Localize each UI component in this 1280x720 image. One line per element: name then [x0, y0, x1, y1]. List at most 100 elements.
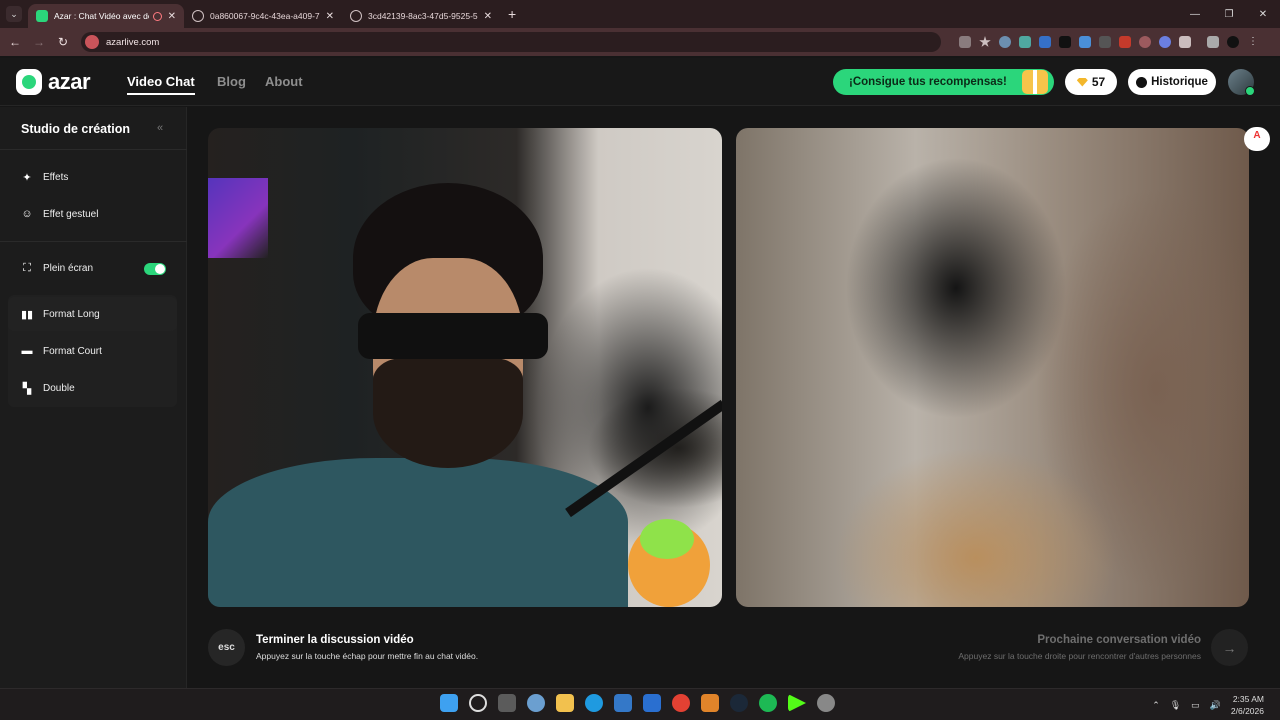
- profile-icon[interactable]: [1227, 36, 1239, 48]
- chevron-up-icon[interactable]: ⌃: [1152, 700, 1160, 711]
- background-neon-light: [208, 178, 268, 258]
- extension-icon[interactable]: [1119, 36, 1131, 48]
- recording-icon: [152, 11, 162, 21]
- kick-icon[interactable]: [788, 694, 806, 712]
- nav-video-chat[interactable]: Video Chat: [127, 74, 195, 89]
- rewards-button[interactable]: ¡Consigue tus recompensas!: [833, 69, 1054, 95]
- sidebar-item-gesture[interactable]: ☺ Effet gestuel: [8, 197, 177, 231]
- minimize-icon[interactable]: —: [1178, 0, 1212, 28]
- sidebar-item-label: Effets: [43, 171, 69, 183]
- close-tab-icon[interactable]: ✕: [484, 11, 492, 22]
- extension-icon[interactable]: [1019, 36, 1031, 48]
- history-button[interactable]: Historique: [1128, 69, 1216, 95]
- system-clock[interactable]: 2:35 AM 2/6/2026: [1231, 693, 1264, 717]
- globe-icon: [350, 10, 362, 22]
- store-icon[interactable]: [614, 694, 632, 712]
- taskbar-apps: [440, 694, 835, 712]
- gems-button[interactable]: 57: [1065, 69, 1117, 95]
- app-header: azar Video Chat Blog About ¡Consigue tus…: [0, 58, 1280, 106]
- sidebar-item-double[interactable]: ▚ Double: [8, 371, 177, 405]
- extension-icon[interactable]: [999, 36, 1011, 48]
- settings-icon[interactable]: [527, 694, 545, 712]
- close-tab-icon[interactable]: ✕: [326, 11, 334, 22]
- close-tab-icon[interactable]: ✕: [168, 11, 176, 22]
- tab-second[interactable]: 0a860067-9c4c-43ea-a409-721 ✕: [184, 4, 342, 28]
- edge-icon[interactable]: [585, 694, 603, 712]
- sidebar-item-fullscreen[interactable]: ⛶ Plein écran: [8, 251, 177, 285]
- microphone-arm: [565, 399, 722, 518]
- mascot-plush: [628, 519, 710, 607]
- user-avatar[interactable]: [1228, 69, 1255, 96]
- sidebar-item-format-long[interactable]: ▮▮ Format Long: [8, 297, 177, 331]
- nav-about[interactable]: About: [265, 74, 303, 89]
- sidebar-item-label: Format Court: [43, 345, 102, 357]
- person-jacket: [208, 458, 628, 607]
- close-window-icon[interactable]: ✕: [1246, 0, 1280, 28]
- tab-azar[interactable]: Azar : Chat Vidéo avec de n ✕: [28, 4, 184, 28]
- extension-icon[interactable]: [1099, 36, 1111, 48]
- app-icon[interactable]: [701, 694, 719, 712]
- install-app-icon[interactable]: [959, 36, 971, 48]
- end-chat-title: Terminer la discussion vidéo: [256, 634, 414, 646]
- tab-title: 0a860067-9c4c-43ea-a409-721: [210, 11, 320, 21]
- rewards-label: ¡Consigue tus recompensas!: [849, 76, 1007, 88]
- reload-icon[interactable]: ↻: [51, 35, 75, 49]
- download-icon[interactable]: [1079, 36, 1091, 48]
- forward-icon[interactable]: →: [27, 35, 51, 49]
- end-chat-button[interactable]: esc: [208, 629, 245, 666]
- peer-app-badge-icon: A: [1244, 127, 1270, 151]
- sidebar-item-label: Format Long: [43, 308, 100, 320]
- spotify-icon[interactable]: [759, 694, 777, 712]
- site-info-icon[interactable]: [85, 35, 99, 49]
- start-icon[interactable]: [440, 694, 458, 712]
- maximize-icon[interactable]: ❐: [1212, 0, 1246, 28]
- divider: [0, 149, 187, 150]
- back-icon[interactable]: ←: [3, 35, 27, 49]
- microphone-icon[interactable]: 🎙: [1170, 700, 1181, 711]
- sidebar-item-label: Plein écran: [43, 262, 94, 274]
- search-icon[interactable]: [469, 694, 487, 712]
- os-taskbar: ⌃ 🎙 ▭ 🔊 2:35 AM 2/6/2026: [0, 688, 1280, 720]
- new-tab-button[interactable]: +: [508, 6, 516, 22]
- self-video-feed: [208, 128, 722, 607]
- chrome-icon[interactable]: [672, 694, 690, 712]
- nav-blog[interactable]: Blog: [217, 74, 246, 89]
- volume-icon[interactable]: 🔊: [1210, 700, 1221, 711]
- url-field[interactable]: azarlive.com: [81, 32, 941, 52]
- task-view-icon[interactable]: [498, 694, 516, 712]
- steam-icon[interactable]: [730, 694, 748, 712]
- creation-studio-sidebar: Studio de création « ✦ Effets ☺ Effet ge…: [0, 107, 187, 688]
- sidebar-item-label: Effet gestuel: [43, 208, 99, 220]
- mail-icon[interactable]: [643, 694, 661, 712]
- tab-third[interactable]: 3cd42139-8ac3-47d5-9525-5c ✕: [342, 4, 500, 28]
- next-chat-button[interactable]: →: [1211, 629, 1248, 666]
- puzzle-icon[interactable]: [1179, 36, 1191, 48]
- format-group: ▮▮ Format Long ▬ Format Court ▚ Double: [8, 295, 177, 407]
- extension-icon[interactable]: [1039, 36, 1051, 48]
- magic-wand-icon: ✦: [22, 171, 32, 184]
- extension-icon[interactable]: [1139, 36, 1151, 48]
- fullscreen-toggle[interactable]: [144, 263, 166, 275]
- window-controls: — ❐ ✕: [1178, 0, 1280, 28]
- divider: [0, 241, 187, 242]
- logo-text: azar: [48, 69, 91, 94]
- reading-list-icon[interactable]: [1207, 36, 1219, 48]
- bookmark-star-icon[interactable]: [979, 36, 991, 47]
- obs-icon[interactable]: [817, 694, 835, 712]
- azar-logo[interactable]: azar: [16, 69, 91, 95]
- tab-title: Azar : Chat Vidéo avec de n: [54, 11, 149, 21]
- person-sunglasses: [358, 313, 548, 359]
- file-explorer-icon[interactable]: [556, 694, 574, 712]
- menu-kebab-icon[interactable]: ⋮: [1247, 36, 1259, 48]
- format-short-icon: ▬: [21, 345, 33, 357]
- display-icon[interactable]: ▭: [1191, 700, 1200, 711]
- tab-search-icon[interactable]: ⌄: [6, 6, 22, 22]
- browser-tab-bar: ⌄ Azar : Chat Vidéo avec de n ✕ 0a860067…: [0, 0, 1280, 28]
- sidebar-item-format-short[interactable]: ▬ Format Court: [8, 334, 177, 368]
- sidebar-item-effects[interactable]: ✦ Effets: [8, 160, 177, 194]
- extension-icon[interactable]: [1059, 36, 1071, 48]
- peer-video-feed: [736, 128, 1249, 607]
- extension-icon[interactable]: [1159, 36, 1171, 48]
- collapse-sidebar-icon[interactable]: «: [157, 122, 163, 134]
- double-view-icon: ▚: [22, 382, 32, 395]
